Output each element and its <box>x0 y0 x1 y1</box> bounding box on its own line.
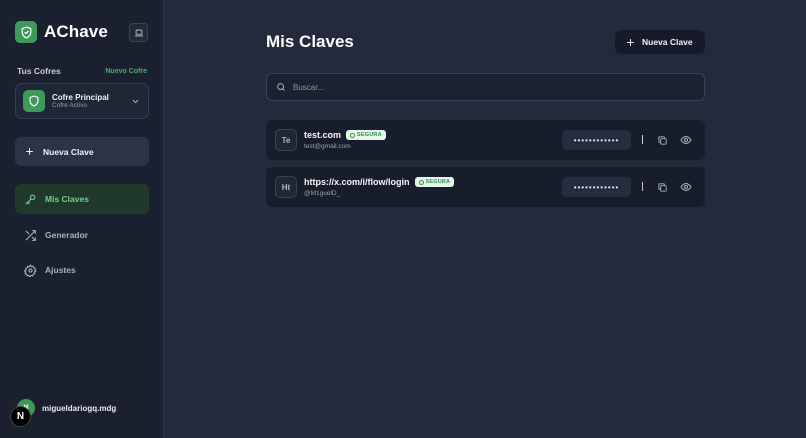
sidebar-item-label: Generador <box>45 230 88 240</box>
divider <box>642 182 643 191</box>
entry-username: test@gmail.com <box>304 143 351 150</box>
laptop-icon <box>134 29 143 36</box>
password-entry-row[interactable]: Te test.com SEGURA test@gmail.com ••••••… <box>266 120 705 160</box>
search-bar <box>266 73 705 101</box>
sidebar-item-label: Mis Claves <box>45 194 89 204</box>
secure-badge: SEGURA <box>346 130 386 140</box>
sidebar: AChave Tus Cofres Nuevo Cofre Cofre Prin… <box>0 0 164 438</box>
plus-icon <box>627 38 634 46</box>
sidebar-item-ajustes[interactable]: Ajustes <box>15 255 149 285</box>
entry-username: @M1guelD_ <box>304 190 341 197</box>
entry-avatar: Ht <box>275 176 297 198</box>
copy-icon <box>657 135 667 145</box>
vaults-header: Tus Cofres Nuevo Cofre <box>17 66 147 76</box>
user-profile[interactable]: M migueldariogq.mdg <box>17 399 116 417</box>
app-name: AChave <box>44 22 108 41</box>
copy-button[interactable] <box>655 133 669 147</box>
vault-status: Cofre Activo <box>52 101 88 109</box>
new-key-label: Nueva Clave <box>642 37 693 47</box>
shield-logo-icon <box>15 21 37 43</box>
page-title: Mis Claves <box>266 32 354 51</box>
shuffle-icon <box>25 229 36 241</box>
dev-tools-badge[interactable]: N <box>10 406 31 427</box>
sidebar-item-generador[interactable]: Generador <box>15 220 149 250</box>
search-input[interactable] <box>293 82 693 92</box>
vault-selector[interactable]: Cofre Principal Cofre Activo <box>15 83 149 119</box>
chevron-down-icon <box>132 99 139 104</box>
search-icon <box>277 83 285 91</box>
divider <box>642 135 643 144</box>
sidebar-new-key-button[interactable]: Nueva Clave <box>15 137 149 166</box>
eye-icon <box>680 182 692 192</box>
password-entry-row[interactable]: Ht https://x.com/i/flow/login SEGURA @M1… <box>266 167 705 207</box>
new-key-button[interactable]: Nueva Clave <box>615 30 705 54</box>
shield-check-icon <box>418 179 424 185</box>
vaults-title: Tus Cofres <box>17 66 61 76</box>
secure-badge-label: SEGURA <box>357 132 382 138</box>
copy-button[interactable] <box>655 180 669 194</box>
collapse-sidebar-button[interactable] <box>129 23 148 42</box>
password-field: •••••••••••• <box>562 130 631 150</box>
vault-name: Cofre Principal <box>52 92 109 102</box>
entry-title: https://x.com/i/flow/login <box>304 177 410 187</box>
secure-badge-label: SEGURA <box>425 179 451 185</box>
shield-check-icon <box>350 132 356 138</box>
password-field: •••••••••••• <box>562 177 631 197</box>
sidebar-item-mis-claves[interactable]: Mis Claves <box>15 184 149 214</box>
copy-icon <box>657 182 667 192</box>
new-vault-link[interactable]: Nuevo Cofre <box>105 68 147 75</box>
sidebar-new-key-label: Nueva Clave <box>43 146 94 157</box>
show-password-button[interactable] <box>679 133 693 147</box>
secure-badge: SEGURA <box>414 177 455 187</box>
plus-icon <box>26 148 33 155</box>
shield-icon <box>23 90 45 112</box>
entry-title: test.com <box>304 130 342 140</box>
eye-icon <box>680 135 692 145</box>
user-name: migueldariogq.mdg <box>42 403 117 413</box>
show-password-button[interactable] <box>679 180 693 194</box>
sidebar-item-label: Ajustes <box>45 265 76 275</box>
entry-avatar: Te <box>275 129 297 151</box>
brand[interactable]: AChave <box>15 21 108 43</box>
key-icon <box>25 194 36 204</box>
gear-icon <box>24 264 37 277</box>
